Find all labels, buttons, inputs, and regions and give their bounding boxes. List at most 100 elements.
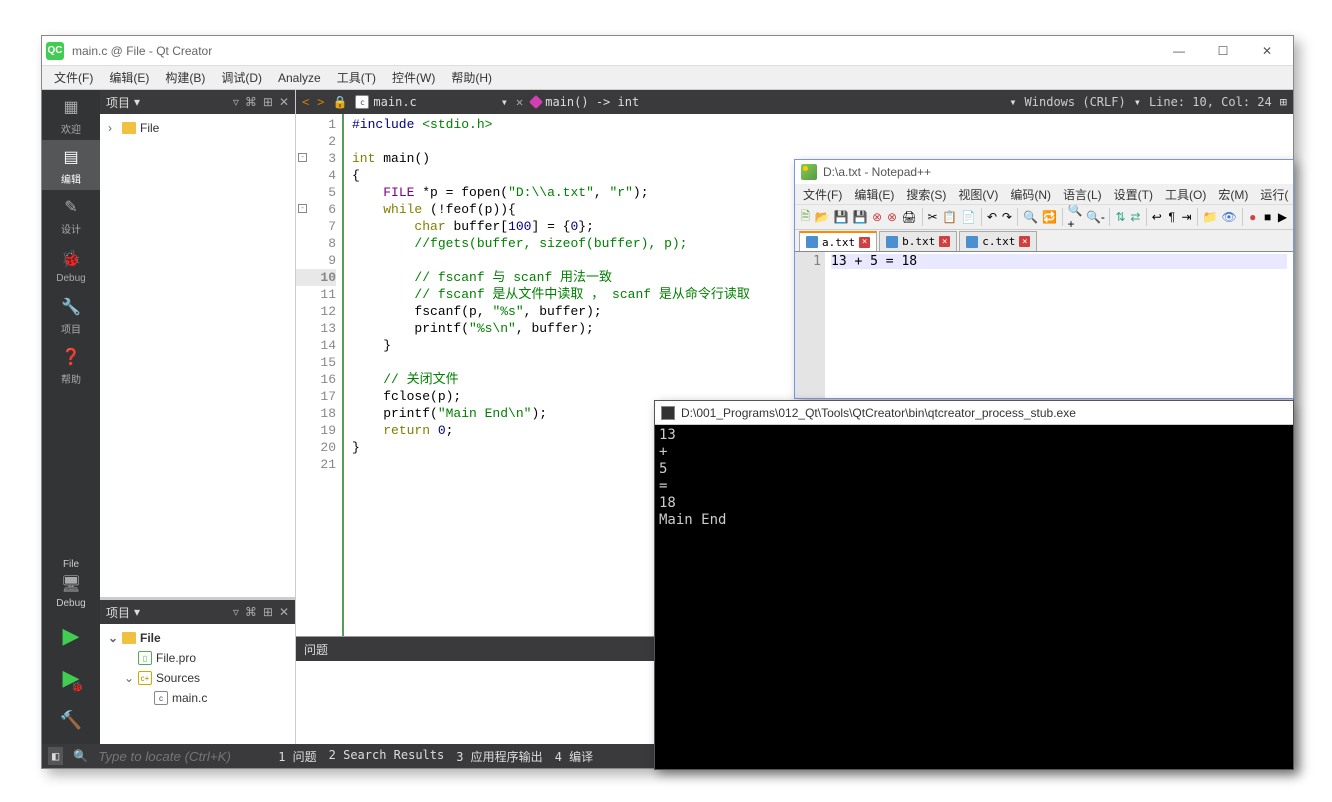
line-gutter[interactable]: 123-456-789101112131415161718192021 xyxy=(296,114,344,636)
menu-item[interactable]: 控件(W) xyxy=(384,66,443,89)
zoom-out-icon[interactable]: 🔍- xyxy=(1085,207,1105,227)
function-selector[interactable]: main() -> int xyxy=(531,95,639,109)
dropdown-icon[interactable]: ▾ xyxy=(1009,95,1016,109)
build-button[interactable]: 🔨 xyxy=(42,702,100,738)
chevron-icon[interactable]: › xyxy=(108,121,118,135)
nav-back-button[interactable]: < xyxy=(302,95,309,109)
activity-编辑[interactable]: ▤编辑 xyxy=(42,140,100,190)
close-pane-icon[interactable]: ✕ xyxy=(279,95,289,109)
npp-menu-item[interactable]: 语言(L) xyxy=(1057,184,1108,204)
npp-menu-item[interactable]: 编辑(E) xyxy=(848,184,900,204)
play-macro-icon[interactable]: ▶ xyxy=(1276,207,1289,227)
npp-code[interactable]: 13 + 5 = 18 xyxy=(825,252,1293,398)
run-config-selector[interactable]: File 🖥 Debug xyxy=(42,556,100,612)
replace-icon[interactable]: 🔁 xyxy=(1041,207,1058,227)
split-editor-icon[interactable]: ⊞ xyxy=(1280,95,1287,109)
status-tab[interactable]: 3 应用程序输出 xyxy=(456,748,542,765)
fold-toggle[interactable]: - xyxy=(298,153,307,162)
tree-item-File[interactable]: ›File xyxy=(104,118,291,138)
close-file-button[interactable]: ✕ xyxy=(516,95,523,109)
npp-menu-item[interactable]: 设置(T) xyxy=(1108,184,1159,204)
dropdown-icon[interactable]: ▾ xyxy=(1134,95,1141,109)
minimize-button[interactable]: — xyxy=(1157,37,1201,65)
split-icon[interactable]: ⊞ xyxy=(263,95,273,109)
tab-close-icon[interactable]: × xyxy=(939,236,950,247)
npp-editor[interactable]: 1 13 + 5 = 18 xyxy=(795,252,1293,398)
menu-item[interactable]: 编辑(E) xyxy=(101,66,157,89)
tab-close-icon[interactable]: × xyxy=(859,237,870,248)
debug-run-button[interactable]: ▶🐞 xyxy=(42,660,100,696)
maximize-button[interactable]: ☐ xyxy=(1201,37,1245,65)
npp-titlebar[interactable]: D:\a.txt - Notepad++ xyxy=(795,160,1293,184)
npp-tab-b.txt[interactable]: b.txt× xyxy=(879,231,957,251)
menu-item[interactable]: 帮助(H) xyxy=(443,66,500,89)
status-tab[interactable]: 4 编译 xyxy=(555,748,593,765)
menu-item[interactable]: 调试(D) xyxy=(213,66,270,89)
wrap-icon[interactable]: ↩ xyxy=(1150,207,1163,227)
open-file-icon[interactable]: 📂 xyxy=(814,207,831,227)
console-titlebar[interactable]: D:\001_Programs\012_Qt\Tools\QtCreator\b… xyxy=(655,401,1293,425)
print-icon[interactable]: 🖨 xyxy=(900,207,917,227)
dropdown-icon[interactable]: ▾ xyxy=(134,605,140,619)
sidebar-bottom-title[interactable]: 项目 xyxy=(106,604,130,621)
npp-menu-item[interactable]: 搜索(S) xyxy=(900,184,952,204)
menu-item[interactable]: 工具(T) xyxy=(329,66,384,89)
npp-menu-item[interactable]: 工具(O) xyxy=(1159,184,1212,204)
cut-icon[interactable]: ✂ xyxy=(926,207,939,227)
nav-forward-button[interactable]: > xyxy=(317,95,324,109)
menu-item[interactable]: 文件(F) xyxy=(46,66,101,89)
status-tab[interactable]: 2 Search Results xyxy=(329,748,445,765)
close-icon[interactable]: ⊗ xyxy=(871,207,884,227)
sync-v-icon[interactable]: ⇅ xyxy=(1114,207,1127,227)
record-macro-icon[interactable]: ● xyxy=(1246,207,1259,227)
tree-item-File[interactable]: ⌄File xyxy=(104,628,291,648)
save-icon[interactable]: 💾 xyxy=(833,207,850,227)
fold-toggle[interactable]: - xyxy=(298,204,307,213)
save-all-icon[interactable]: 💾 xyxy=(852,207,869,227)
sidebar-top-tree[interactable]: ›File xyxy=(100,114,295,597)
dropdown-icon[interactable]: ▾ xyxy=(134,95,140,109)
link-icon[interactable]: ⌘ xyxy=(245,605,257,619)
npp-menu-item[interactable]: 视图(V) xyxy=(952,184,1004,204)
console-output[interactable]: 13 + 5 = 18 Main End xyxy=(655,425,1293,769)
npp-menu-item[interactable]: 运行( xyxy=(1254,184,1293,204)
new-file-icon[interactable]: 🗎 xyxy=(799,207,812,227)
activity-Debug[interactable]: 🐞Debug xyxy=(42,240,100,290)
qt-titlebar[interactable]: QC main.c @ File - Qt Creator — ☐ ✕ xyxy=(42,36,1293,66)
line-ending[interactable]: Windows (CRLF) xyxy=(1025,95,1126,109)
showall-icon[interactable]: ¶ xyxy=(1165,207,1178,227)
zoom-in-icon[interactable]: 🔍+ xyxy=(1067,207,1084,227)
tree-item-main.c[interactable]: cmain.c xyxy=(104,688,291,708)
close-button[interactable]: ✕ xyxy=(1245,37,1289,65)
split-icon[interactable]: ⊞ xyxy=(263,605,273,619)
copy-icon[interactable]: 📋 xyxy=(941,207,958,227)
folder-icon[interactable]: 📁 xyxy=(1202,207,1219,227)
tree-item-File.pro[interactable]: ▯File.pro xyxy=(104,648,291,668)
sidebar-top-title[interactable]: 项目 xyxy=(106,94,130,111)
stop-macro-icon[interactable]: ■ xyxy=(1261,207,1274,227)
link-icon[interactable]: ⌘ xyxy=(245,95,257,109)
toggle-sidebar-button[interactable]: ◧ xyxy=(48,747,63,765)
activity-帮助[interactable]: ❓帮助 xyxy=(42,340,100,390)
menu-item[interactable]: Analyze xyxy=(270,68,329,88)
npp-menu-item[interactable]: 文件(F) xyxy=(797,184,848,204)
redo-icon[interactable]: ↷ xyxy=(1001,207,1014,227)
file-selector[interactable]: c main.c ▾ xyxy=(355,95,508,109)
undo-icon[interactable]: ↶ xyxy=(986,207,999,227)
filter-icon[interactable]: ▿ xyxy=(233,95,239,109)
npp-menu-item[interactable]: 编码(N) xyxy=(1004,184,1057,204)
close-pane-icon[interactable]: ✕ xyxy=(279,605,289,619)
npp-tab-a.txt[interactable]: a.txt× xyxy=(799,231,877,251)
indent-icon[interactable]: ⇥ xyxy=(1180,207,1193,227)
tree-item-Sources[interactable]: ⌄c+Sources xyxy=(104,668,291,688)
activity-项目[interactable]: 🔧项目 xyxy=(42,290,100,340)
run-button[interactable]: ▶ xyxy=(42,618,100,654)
locator-input[interactable] xyxy=(98,749,268,764)
sync-h-icon[interactable]: ⇄ xyxy=(1129,207,1142,227)
tab-close-icon[interactable]: × xyxy=(1019,236,1030,247)
lock-icon[interactable]: 🔒 xyxy=(332,95,347,109)
chevron-icon[interactable]: ⌄ xyxy=(108,631,118,645)
filter-icon[interactable]: ▿ xyxy=(233,605,239,619)
find-icon[interactable]: 🔍 xyxy=(1022,207,1039,227)
activity-欢迎[interactable]: ▦欢迎 xyxy=(42,90,100,140)
